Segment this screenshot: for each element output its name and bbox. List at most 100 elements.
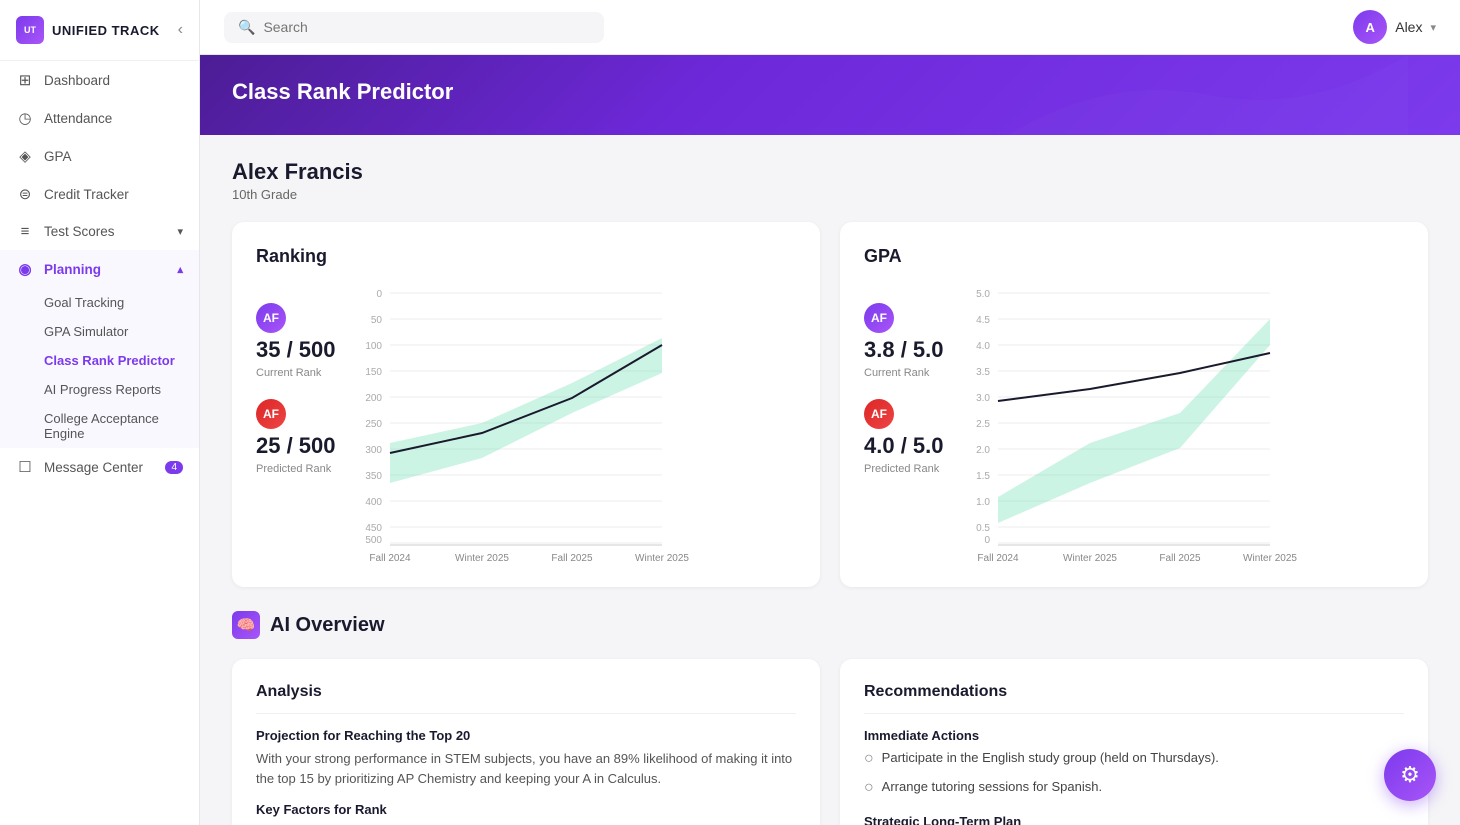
user-name: Alex (1395, 19, 1422, 35)
sidebar-item-ai-progress-reports[interactable]: AI Progress Reports (0, 375, 199, 404)
ranking-chart-svg: 0 50 100 150 200 250 300 350 400 450 500 (352, 283, 672, 563)
gpa-current-label: Current Rank (864, 367, 944, 379)
sidebar-item-test-scores[interactable]: ≡ Test Scores ▾ (0, 213, 199, 250)
sidebar-item-gpa[interactable]: ◈ GPA (0, 137, 199, 175)
sidebar-item-goal-tracking[interactable]: Goal Tracking (0, 288, 199, 317)
svg-text:100: 100 (365, 341, 382, 352)
gpa-stats: AF 3.8 / 5.0 Current Rank AF 4.0 / 5.0 P… (864, 283, 944, 475)
sidebar-item-credit-tracker[interactable]: ⊜ Credit Tracker (0, 175, 199, 213)
gpa-current-avatar: AF (864, 303, 894, 333)
sidebar-item-class-rank-predictor[interactable]: Class Rank Predictor (0, 346, 199, 375)
ai-fab-icon: ⚙ (1400, 762, 1420, 788)
predicted-rank-avatar: AF (256, 399, 286, 429)
gpa-chart-container: AF 3.8 / 5.0 Current Rank AF 4.0 / 5.0 P… (864, 283, 1404, 563)
bullet-icon: ○ (864, 777, 874, 799)
svg-text:450: 450 (365, 523, 382, 534)
svg-text:Fall 2025: Fall 2025 (551, 553, 593, 564)
sidebar-item-college-acceptance[interactable]: College Acceptance Engine (0, 404, 199, 448)
ranking-stats: AF 35 / 500 Current Rank AF 25 / 500 Pre… (256, 283, 336, 475)
svg-text:0: 0 (376, 289, 382, 300)
svg-text:2.0: 2.0 (976, 445, 990, 456)
sidebar: UT UNIFIED TRACK ‹ ⊞ Dashboard ◷ Attenda… (0, 0, 200, 825)
svg-text:Winter 2025: Winter 2025 (455, 553, 509, 564)
sidebar-item-planning[interactable]: ◉ Planning ▴ (0, 250, 199, 288)
svg-text:4.5: 4.5 (976, 315, 990, 326)
user-area[interactable]: A Alex ▾ (1353, 10, 1436, 44)
svg-text:Winter 2025: Winter 2025 (1063, 553, 1117, 564)
current-rank-label: Current Rank (256, 367, 336, 379)
sidebar-item-message-center[interactable]: ☐ Message Center 4 (0, 448, 199, 486)
svg-text:0.5: 0.5 (976, 523, 990, 534)
immediate-actions-title: Immediate Actions (864, 728, 1404, 743)
immediate-action-2-text: Arrange tutoring sessions for Spanish. (882, 778, 1102, 796)
svg-text:3.0: 3.0 (976, 393, 990, 404)
predicted-rank-label: Predicted Rank (256, 463, 336, 475)
svg-text:350: 350 (365, 471, 382, 482)
ranking-current-block: AF 35 / 500 Current Rank (256, 303, 336, 379)
planning-subnav: Goal Tracking GPA Simulator Class Rank P… (0, 288, 199, 448)
svg-text:1.5: 1.5 (976, 471, 990, 482)
gpa-current-block: AF 3.8 / 5.0 Current Rank (864, 303, 944, 379)
svg-text:Winter 2025: Winter 2025 (1243, 553, 1297, 564)
cards-area: Alex Francis 10th Grade Ranking AF 35 / … (200, 135, 1460, 825)
svg-text:Fall 2024: Fall 2024 (977, 553, 1019, 564)
sidebar-item-label: Planning (44, 262, 101, 277)
sidebar-item-label: Credit Tracker (44, 187, 129, 202)
current-rank-value: 35 / 500 (256, 337, 336, 363)
gpa-card: GPA AF 3.8 / 5.0 Current Rank AF 4.0 / 5… (840, 222, 1428, 587)
svg-text:500: 500 (365, 535, 382, 546)
attendance-icon: ◷ (16, 109, 34, 127)
goal-tracking-label: Goal Tracking (44, 295, 124, 310)
test-scores-icon: ≡ (16, 223, 34, 240)
chevron-up-icon: ▴ (177, 263, 183, 276)
ai-overview-title: AI Overview (270, 614, 385, 637)
svg-text:Fall 2025: Fall 2025 (1159, 553, 1201, 564)
sidebar-item-gpa-simulator[interactable]: GPA Simulator (0, 317, 199, 346)
ai-overview-header: 🧠 AI Overview (232, 611, 1428, 639)
gpa-icon: ◈ (16, 147, 34, 165)
sidebar-item-dashboard[interactable]: ⊞ Dashboard (0, 61, 199, 99)
ranking-chart-container: AF 35 / 500 Current Rank AF 25 / 500 Pre… (256, 283, 796, 563)
gpa-simulator-label: GPA Simulator (44, 324, 128, 339)
content-area: Class Rank Predictor Alex Francis 10th G… (200, 55, 1460, 825)
gpa-predicted-avatar: AF (864, 399, 894, 429)
search-box[interactable]: 🔍 (224, 12, 604, 43)
svg-text:3.5: 3.5 (976, 367, 990, 378)
ai-brain-icon: 🧠 (232, 611, 260, 639)
ai-overview-section: 🧠 AI Overview Analysis Projection for Re… (232, 611, 1428, 825)
svg-text:1.0: 1.0 (976, 497, 990, 508)
college-acceptance-label: College Acceptance Engine (44, 411, 183, 441)
planning-icon: ◉ (16, 260, 34, 278)
svg-text:Winter 2025: Winter 2025 (635, 553, 689, 564)
class-rank-predictor-label: Class Rank Predictor (44, 353, 175, 368)
svg-text:300: 300 (365, 445, 382, 456)
student-grade: 10th Grade (232, 187, 1428, 202)
analysis-card: Analysis Projection for Reaching the Top… (232, 659, 820, 825)
svg-text:4.0: 4.0 (976, 341, 990, 352)
immediate-action-1: ○ Participate in the English study group… (864, 749, 1404, 770)
dashboard-icon: ⊞ (16, 71, 34, 89)
student-name: Alex Francis (232, 159, 1428, 185)
logo-icon: UT (16, 16, 44, 44)
search-input[interactable] (263, 19, 590, 35)
immediate-action-1-text: Participate in the English study group (… (882, 749, 1219, 767)
sidebar-item-attendance[interactable]: ◷ Attendance (0, 99, 199, 137)
analysis-projection-text: With your strong performance in STEM sub… (256, 749, 796, 788)
student-info: Alex Francis 10th Grade (232, 159, 1428, 202)
ai-progress-reports-label: AI Progress Reports (44, 382, 161, 397)
ai-fab-button[interactable]: ⚙ (1384, 749, 1436, 801)
search-icon: 🔍 (238, 19, 255, 36)
avatar: A (1353, 10, 1387, 44)
main-wrapper: 🔍 A Alex ▾ Class Rank Predictor Alex Fra… (200, 0, 1460, 825)
sidebar-collapse-button[interactable]: ‹ (178, 21, 183, 39)
svg-text:0: 0 (984, 535, 990, 546)
sidebar-item-label: Dashboard (44, 73, 110, 88)
message-badge: 4 (165, 461, 183, 474)
gpa-chart-svg: 5.0 4.5 4.0 3.5 3.0 2.5 2.0 1.5 1.0 0.5 … (960, 283, 1280, 563)
svg-text:200: 200 (365, 393, 382, 404)
app-name: UNIFIED TRACK (52, 23, 160, 38)
topbar: 🔍 A Alex ▾ (200, 0, 1460, 55)
ranking-predicted-block: AF 25 / 500 Predicted Rank (256, 399, 336, 475)
recommendations-card: Recommendations Immediate Actions ○ Part… (840, 659, 1428, 825)
page-title: Class Rank Predictor (232, 79, 1428, 105)
